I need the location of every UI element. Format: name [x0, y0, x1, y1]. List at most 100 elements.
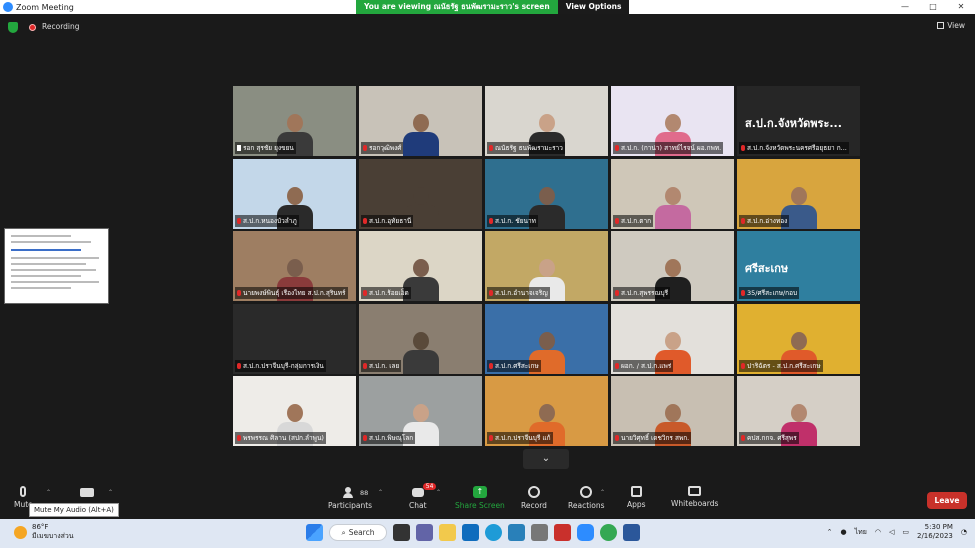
microphone-tray-icon[interactable]: ● — [841, 528, 847, 536]
zoom-taskbar-icon[interactable] — [577, 524, 594, 541]
leave-button[interactable]: Leave — [927, 492, 967, 509]
participant-tile[interactable]: รอก สุรชัย ยุงขยน — [233, 86, 356, 156]
participant-tile[interactable]: ส.ป.ก.ปราจีนบุรี แก้ — [485, 376, 608, 446]
clock-date: 2/16/2023 — [916, 532, 953, 540]
participant-tile[interactable]: ส.ป.ก.หนองบัวลำภู — [233, 158, 356, 229]
chat-unread-badge: 54 — [422, 483, 437, 490]
taskbar-search-button[interactable]: ⌕ Search — [329, 524, 387, 541]
participants-caret-icon[interactable]: ⌃ — [378, 489, 383, 496]
share-screen-label: Share Screen — [455, 501, 505, 510]
edge-browser-icon[interactable] — [485, 524, 502, 541]
participant-tile[interactable]: ส.ป.ก.อ่างทอง — [737, 158, 860, 229]
muted-mic-icon — [363, 290, 367, 296]
view-options-button[interactable]: View Options — [557, 0, 630, 14]
chrome-icon[interactable] — [600, 524, 617, 541]
file-explorer-icon[interactable] — [439, 524, 456, 541]
participant-name-tag: ส.ป.ก.พิษณุโลก — [361, 432, 416, 444]
muted-mic-icon — [489, 217, 493, 224]
wifi-icon[interactable]: ◠ — [875, 528, 881, 536]
chevron-down-icon[interactable]: ⌄ — [523, 449, 569, 469]
participant-tile[interactable]: คปส.กกจ. ศรีสุพร — [737, 376, 860, 446]
participant-tile[interactable]: ส.ป.ก.พิษณุโลก — [359, 376, 482, 446]
taskbar-clock[interactable]: 5:30 PM 2/16/2023 — [917, 523, 953, 541]
share-screen-button[interactable]: ↑ Share Screen — [455, 486, 505, 510]
weather-description: มีเมฆบางส่วน — [32, 532, 74, 540]
teams-chat-icon[interactable] — [416, 524, 433, 541]
video-options-caret-icon[interactable]: ⌃ — [108, 489, 113, 496]
participant-name-tag: ส.ป.ก. เลย — [361, 359, 402, 372]
system-tray: ⌃ ● ไทย ◠ ◁ ▭ 5:30 PM 2/16/2023 ◔ — [827, 523, 967, 541]
participant-tile[interactable]: ศรีสะเกษ 35/ศรีสะเกษ/กอบ — [737, 231, 860, 301]
participant-silhouette — [401, 112, 441, 156]
reactions-button[interactable]: Reactions — [568, 486, 604, 510]
participant-name-tag: ส.ป.ก. ชัยนาท — [487, 214, 538, 227]
participant-tile[interactable]: รอกวุฒิพงศ์ — [359, 86, 482, 156]
participant-name: ณนัธรัฐ ธนพัฒรามะราว — [495, 144, 563, 152]
word-icon[interactable] — [623, 524, 640, 541]
mcafee-icon[interactable] — [554, 524, 571, 541]
volume-icon[interactable]: ◁ — [889, 528, 894, 536]
record-icon — [527, 486, 540, 498]
partly-cloudy-icon — [14, 525, 27, 539]
store-icon[interactable] — [508, 524, 525, 541]
participant-tile[interactable]: ส.ป.ก.ศรีสะเกษ — [485, 303, 608, 374]
participant-tile[interactable]: ณนัธรัฐ ธนพัฒรามะราว — [485, 86, 608, 156]
participant-tile[interactable]: นายพงษ์พินธุ์ เรืองไทย ส.ป.ก.สุรินทร์ — [233, 231, 356, 301]
input-language[interactable]: ไทย — [855, 527, 867, 538]
security-shield-icon[interactable] — [8, 22, 18, 33]
participant-tile[interactable]: ส.ป.ก.จังหวัดพระ... ส.ป.ก.จังหวัดพระนครศร… — [737, 86, 860, 156]
gallery-view-icon — [937, 22, 945, 29]
mute-tooltip: Mute My Audio (Alt+A) — [29, 503, 119, 517]
muted-mic-icon — [741, 217, 745, 224]
whiteboards-button[interactable]: Whiteboards — [671, 486, 718, 508]
participants-button[interactable]: 88 Participants — [328, 486, 372, 510]
participant-tile[interactable]: ส.ป.ก.ตาก — [611, 158, 734, 229]
task-view-icon[interactable] — [393, 524, 410, 541]
participant-tile[interactable]: ผอก. / ส.ป.ก.แพร่ — [611, 303, 734, 374]
zoom-app-icon — [3, 2, 13, 12]
apps-button[interactable]: Apps — [627, 486, 646, 509]
notifications-icon[interactable]: ◔ — [961, 528, 967, 536]
audio-options-caret-icon[interactable]: ⌃ — [46, 489, 51, 496]
participant-name: ผอก. / ส.ป.ก.แพร่ — [621, 361, 672, 370]
participant-name-tag: ณนัธรัฐ ธนพัฒรามะราว — [487, 142, 565, 154]
participants-label: Participants — [328, 501, 373, 510]
participant-name-tag: ส.ป.ก.จังหวัดพระนครศรีอยุธยา ก... — [739, 142, 849, 154]
minimize-button[interactable]: — — [891, 0, 919, 14]
mail-icon[interactable] — [462, 524, 479, 541]
participant-tile[interactable]: ส.ป.ก.อำนาจเจริญ — [485, 231, 608, 301]
reactions-caret-icon[interactable]: ⌃ — [600, 489, 605, 496]
pin-icon — [237, 145, 241, 151]
battery-icon[interactable]: ▭ — [902, 528, 909, 536]
participant-tile[interactable]: ส.ป.ก.ร้อยเอ็ด — [359, 231, 482, 301]
video-button[interactable] — [80, 486, 94, 500]
chat-button[interactable]: 54 Chat — [409, 483, 437, 510]
participant-tile[interactable]: นายวิศุทธิ์ เดชวิกร สพก. — [611, 376, 734, 446]
participant-tile[interactable]: ส.ป.ก.ปราจีนบุรี-กลุ่มการเงิน — [233, 303, 356, 374]
tray-overflow-icon[interactable]: ⌃ — [827, 528, 833, 536]
participant-tile[interactable]: ปาริฉัตร - ส.ป.ก.ศรีสะเกษ — [737, 303, 860, 374]
participant-tile[interactable]: ส.ป.ก.สุพรรณบุรี — [611, 231, 734, 301]
media-player-icon[interactable] — [531, 524, 548, 541]
participant-tile[interactable]: พรพรรณ ศิลาน (สปก.ลำพูน) — [233, 376, 356, 446]
muted-mic-icon — [615, 145, 619, 151]
chat-caret-icon[interactable]: ⌃ — [436, 489, 441, 496]
participant-name: ส.ป.ก. (กาน่า) สาทย์ไรจน์ ผอ.กพท. — [621, 144, 722, 152]
video-camera-icon — [80, 488, 94, 497]
participant-name-tag: ส.ป.ก.อำนาจเจริญ — [487, 287, 550, 299]
participant-tile[interactable]: ส.ป.ก.อุทัยธานี — [359, 158, 482, 229]
whiteboards-label: Whiteboards — [671, 499, 719, 508]
view-button[interactable]: View — [937, 21, 965, 30]
maximize-button[interactable]: □ — [919, 0, 947, 14]
participant-tile[interactable]: ส.ป.ก. ชัยนาท — [485, 158, 608, 229]
participant-name: นายวิศุทธิ์ เดชวิกร สพก. — [621, 434, 690, 442]
participant-name: 35/ศรีสะเกษ/กอบ — [747, 289, 798, 297]
participant-tile[interactable]: ส.ป.ก. เลย — [359, 303, 482, 374]
participant-name: ส.ป.ก. เลย — [369, 361, 400, 370]
record-button[interactable]: Record — [521, 486, 547, 510]
windows-start-icon[interactable] — [306, 524, 323, 541]
participant-tile[interactable]: ส.ป.ก. (กาน่า) สาทย์ไรจน์ ผอ.กพท. — [611, 86, 734, 156]
weather-widget[interactable]: 86°F มีเมฆบางส่วน — [14, 523, 74, 541]
shared-screen-thumbnail[interactable] — [4, 228, 109, 304]
close-button[interactable]: ✕ — [947, 0, 975, 14]
